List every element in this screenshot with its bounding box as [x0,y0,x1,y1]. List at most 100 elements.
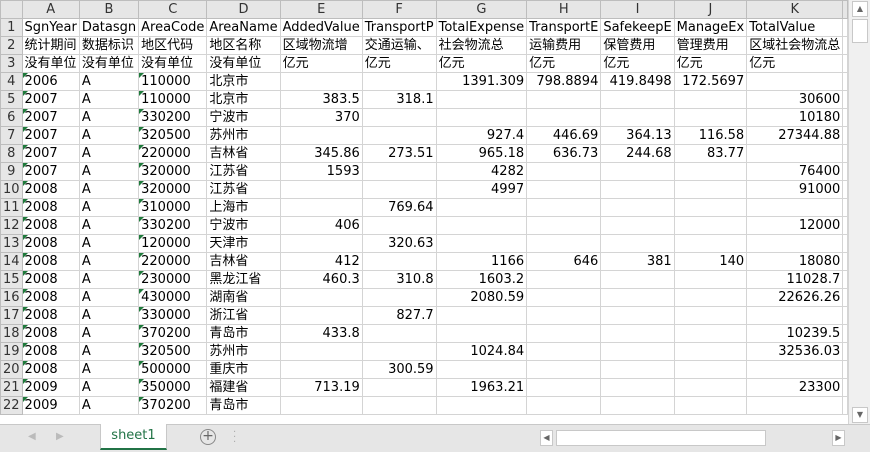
cell[interactable]: TotalExpense [435,18,528,37]
cell[interactable] [842,72,848,91]
cell[interactable]: 亿元 [526,54,602,73]
cell[interactable] [361,108,437,127]
cell[interactable] [842,162,848,181]
cell[interactable]: 青岛市 [206,396,281,415]
cell[interactable]: 22626.26 [746,288,844,307]
cell[interactable]: 4997 [435,180,528,199]
column-header-i[interactable]: I [600,0,675,19]
cell[interactable]: 1593 [279,162,363,181]
cell[interactable] [600,378,675,397]
cell[interactable] [526,342,602,361]
cell[interactable]: 2007 [21,108,80,127]
cell[interactable]: 433.8 [279,324,363,343]
cell[interactable]: A [78,162,140,181]
cell[interactable] [435,324,528,343]
cell[interactable]: 320000 [138,180,208,199]
row-header[interactable]: 14 [0,252,23,271]
horizontal-scrollbar[interactable]: ◀ ▶ [540,430,845,446]
column-header-g[interactable]: G [435,0,528,19]
cell[interactable]: 140 [673,252,748,271]
cell[interactable]: 2008 [21,180,80,199]
cell[interactable] [600,360,675,379]
cell[interactable]: 412 [279,252,363,271]
cell[interactable] [842,288,848,307]
cell[interactable] [673,306,748,325]
cell[interactable] [279,126,363,145]
cell[interactable]: 364.13 [600,126,675,145]
next-sheet-icon[interactable]: ▶ [56,431,64,442]
cell[interactable] [673,216,748,235]
vertical-scroll-thumb[interactable] [852,19,868,43]
cell[interactable]: 110000 [138,90,208,109]
cell[interactable]: 亿元 [600,54,675,73]
cell[interactable] [673,396,748,415]
cell[interactable] [673,198,748,217]
cell[interactable]: 300.59 [361,360,437,379]
cell[interactable] [746,396,844,415]
cell[interactable]: 310000 [138,198,208,217]
cell[interactable]: A [78,234,140,253]
cell[interactable]: 2008 [21,360,80,379]
column-header-a[interactable]: A [21,0,80,19]
cell[interactable]: 11028.7 [746,270,844,289]
cell[interactable] [842,54,848,73]
cell[interactable]: 1391.309 [435,72,528,91]
cell[interactable]: Datasgn [78,18,140,37]
cell[interactable]: 76400 [746,162,844,181]
cell[interactable]: 27344.88 [746,126,844,145]
cell[interactable] [435,216,528,235]
cell[interactable]: AddedValue [279,18,363,37]
cell[interactable] [526,360,602,379]
cell[interactable] [746,198,844,217]
cell[interactable]: 345.86 [279,144,363,163]
cell[interactable] [600,270,675,289]
cell[interactable]: 83.77 [673,144,748,163]
cell[interactable] [600,342,675,361]
cell[interactable]: A [78,324,140,343]
cell[interactable]: 湖南省 [206,288,281,307]
cell[interactable]: 江苏省 [206,180,281,199]
cell[interactable] [842,234,848,253]
cell[interactable] [600,90,675,109]
column-header-e[interactable]: E [279,0,363,19]
cell[interactable]: 370200 [138,396,208,415]
cell[interactable] [842,396,848,415]
cell[interactable]: 没有单位 [206,54,281,73]
cell[interactable]: 2007 [21,162,80,181]
cell[interactable]: 保管费用 [600,36,675,55]
cell[interactable]: 965.18 [435,144,528,163]
cell[interactable] [600,198,675,217]
cell[interactable]: 172.5697 [673,72,748,91]
cell[interactable]: 2008 [21,270,80,289]
cell[interactable]: 重庆市 [206,360,281,379]
cell[interactable]: AreaCode [138,18,208,37]
cell[interactable]: 10239.5 [746,324,844,343]
cell[interactable]: A [78,72,140,91]
cell[interactable] [435,234,528,253]
row-header[interactable]: 22 [0,396,23,415]
cell[interactable] [279,198,363,217]
column-header-b[interactable]: B [78,0,140,19]
add-sheet-icon[interactable]: + [200,429,216,445]
cell[interactable] [673,90,748,109]
cell[interactable]: SafekeepE [600,18,675,37]
cell[interactable] [526,378,602,397]
cell[interactable]: A [78,360,140,379]
cell[interactable]: 370 [279,108,363,127]
cell[interactable] [842,144,848,163]
cell[interactable] [600,108,675,127]
cell[interactable]: 320000 [138,162,208,181]
cell[interactable]: 370200 [138,324,208,343]
cell[interactable]: 2007 [21,126,80,145]
cell[interactable]: 1166 [435,252,528,271]
scroll-up-icon[interactable]: ▲ [852,1,868,17]
cell[interactable]: 419.8498 [600,72,675,91]
cell[interactable] [600,234,675,253]
cell[interactable]: 23300 [746,378,844,397]
cell[interactable]: 北京市 [206,90,281,109]
cell[interactable]: 646 [526,252,602,271]
cell[interactable] [842,306,848,325]
row-header[interactable]: 20 [0,360,23,379]
cell[interactable]: A [78,108,140,127]
cell[interactable]: 2008 [21,342,80,361]
